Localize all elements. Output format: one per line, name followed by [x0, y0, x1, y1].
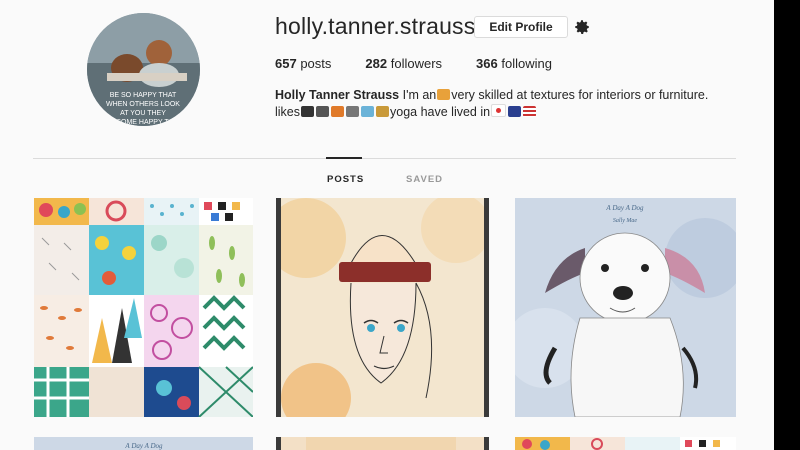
profile-stats: 657 posts 282 followers 366 following: [275, 56, 586, 71]
wave-emoji-icon: [361, 106, 375, 117]
post3-title: A Day A Dog: [605, 204, 644, 212]
camera-emoji-icon: [301, 106, 315, 117]
post-thumbnail-dog[interactable]: A Day A Dog Sally Mae: [515, 198, 736, 417]
bio-line1-end: very skilled at textures for interiors o…: [451, 88, 709, 102]
bio-name: Holly Tanner Strauss: [275, 88, 400, 102]
bio-line1-start: I'm an: [402, 88, 437, 102]
movie-camera-emoji-icon: [316, 106, 330, 117]
window-edge-bar: [774, 0, 800, 450]
tabs-divider: [33, 158, 736, 159]
australia-flag-icon: [508, 106, 522, 117]
palette-emoji-icon: [437, 89, 451, 100]
profile-bio: Holly Tanner Strauss I'm an very skilled …: [275, 87, 745, 121]
posts-stat: 657 posts: [275, 56, 331, 71]
followers-label: followers: [390, 56, 443, 71]
following-stat[interactable]: 366 following: [476, 56, 552, 71]
edit-profile-button[interactable]: Edit Profile: [474, 16, 568, 38]
post4-title: A Day A Dog: [124, 442, 163, 450]
active-tab-indicator: [326, 157, 362, 159]
gear-icon[interactable]: [573, 18, 591, 36]
post3-subtitle: Sally Mae: [613, 218, 637, 224]
posts-count: 657: [275, 56, 297, 71]
bio-line2-start: likes: [275, 105, 301, 119]
post-thumbnail-row2-left[interactable]: A Day A Dog: [34, 437, 253, 450]
dog-emoji-icon: [376, 106, 390, 117]
following-count: 366: [476, 56, 498, 71]
japan-flag-icon: [491, 104, 507, 117]
avatar-caption-line2: WHEN OTHERS LOOK: [106, 101, 180, 108]
following-label: following: [501, 56, 552, 71]
tab-saved[interactable]: SAVED: [406, 174, 443, 185]
post-thumbnail-row2-right[interactable]: [515, 437, 736, 450]
profile-avatar[interactable]: BE SO HAPPY THAT WHEN OTHERS LOOK AT YOU…: [87, 13, 200, 126]
profile-username: holly.tanner.strauss: [275, 13, 476, 39]
posts-label: posts: [300, 56, 332, 71]
post-thumbnail-patterns[interactable]: [34, 198, 253, 417]
avatar-caption-line3: AT YOU THEY: [120, 110, 166, 117]
video-emoji-icon: [346, 106, 360, 117]
avatar-caption-line4: BECOME HAPPY TOO: [107, 119, 180, 126]
followers-count: 282: [365, 56, 388, 71]
sunset-emoji-icon: [331, 106, 345, 117]
tab-posts[interactable]: POSTS: [327, 174, 364, 185]
avatar-caption-line1: BE SO HAPPY THAT: [110, 92, 177, 99]
bio-line2-end: yoga have lived in: [390, 105, 491, 119]
usa-flag-icon: [523, 106, 537, 117]
post-thumbnail-row2-middle[interactable]: [276, 437, 489, 450]
post-thumbnail-portrait[interactable]: [276, 198, 489, 417]
followers-stat[interactable]: 282 followers: [365, 56, 442, 71]
